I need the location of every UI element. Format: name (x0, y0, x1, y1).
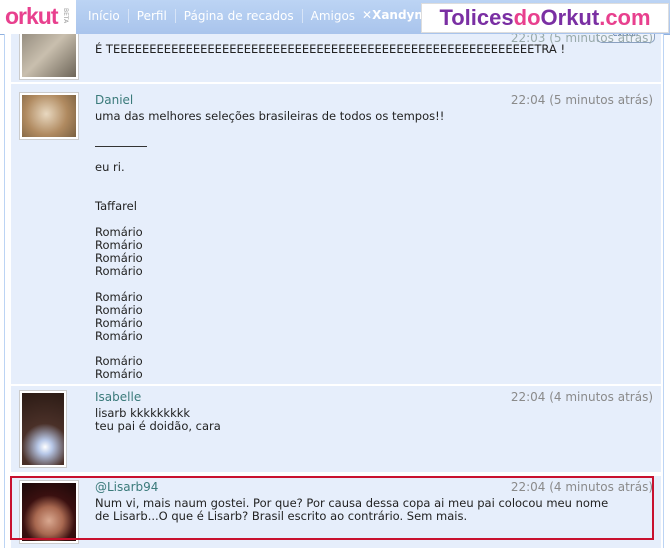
post-text: Romário (95, 238, 143, 252)
text-separator (95, 146, 147, 147)
user-name: Xandyn (372, 8, 423, 22)
beta-label: BETA (62, 8, 69, 24)
scrap-item: Daniel 22:04 (5 minutos atrás) uma das m… (11, 84, 661, 385)
post-text: Romário (95, 251, 143, 265)
nav-pagina-de-recados[interactable]: Página de recados (176, 9, 303, 23)
post-author[interactable]: Isabelle (95, 390, 141, 404)
post-text: É TEEEEEEEEEEEEEEEEEEEEEEEEEEEEEEEEEEEEE… (95, 42, 566, 56)
post-text: Romário (95, 354, 143, 368)
nav-inicio[interactable]: Início (80, 9, 129, 23)
nav-perfil[interactable]: Perfil (129, 9, 176, 23)
post-text: uma das melhores seleções brasileiras de… (95, 109, 445, 123)
post-text: Romário (95, 316, 143, 330)
post-text: eu ri. (95, 160, 125, 174)
avatar[interactable] (19, 34, 79, 80)
post-text: Romário (95, 303, 143, 317)
avatar[interactable] (19, 92, 79, 140)
post-time: 22:04 (5 minutos atrás) (510, 93, 653, 107)
watermark-brand: TolicesdoOrkut.com (421, 3, 669, 33)
scrap-item: Isabelle 22:04 (4 minutos atrás) lisarb … (11, 386, 661, 473)
user-menu[interactable]: ✕Xandyn (362, 8, 423, 22)
post-text: Romário (95, 367, 143, 381)
orkut-logo[interactable]: orkut BETA (0, 0, 76, 34)
post-text: Romário (95, 290, 143, 304)
post-text: Romário (95, 264, 143, 278)
nav-amigos[interactable]: Amigos (303, 9, 363, 23)
post-text: lisarb kkkkkkkkk (95, 406, 191, 420)
avatar[interactable] (19, 390, 67, 468)
post-text: Romário (95, 225, 143, 239)
top-navigation-bar: orkut BETA Início Perfil Página de recad… (0, 0, 670, 35)
post-text: teu pai é doidão, cara (95, 419, 221, 433)
logo-text: orkut (5, 3, 58, 29)
x-icon: ✕ (362, 8, 373, 22)
highlight-box (10, 476, 654, 540)
scrap-item: excluir 22:03 (5 minutos atrás) É TEEEEE… (11, 34, 661, 83)
post-text: Taffarel (95, 199, 137, 213)
post-text: Romário (95, 329, 143, 343)
scrap-list: excluir 22:03 (5 minutos atrás) É TEEEEE… (4, 34, 664, 548)
post-author[interactable]: Daniel (95, 93, 133, 107)
post-time: 22:04 (4 minutos atrás) (510, 390, 653, 404)
main-nav: Início Perfil Página de recados Amigos (80, 9, 363, 23)
